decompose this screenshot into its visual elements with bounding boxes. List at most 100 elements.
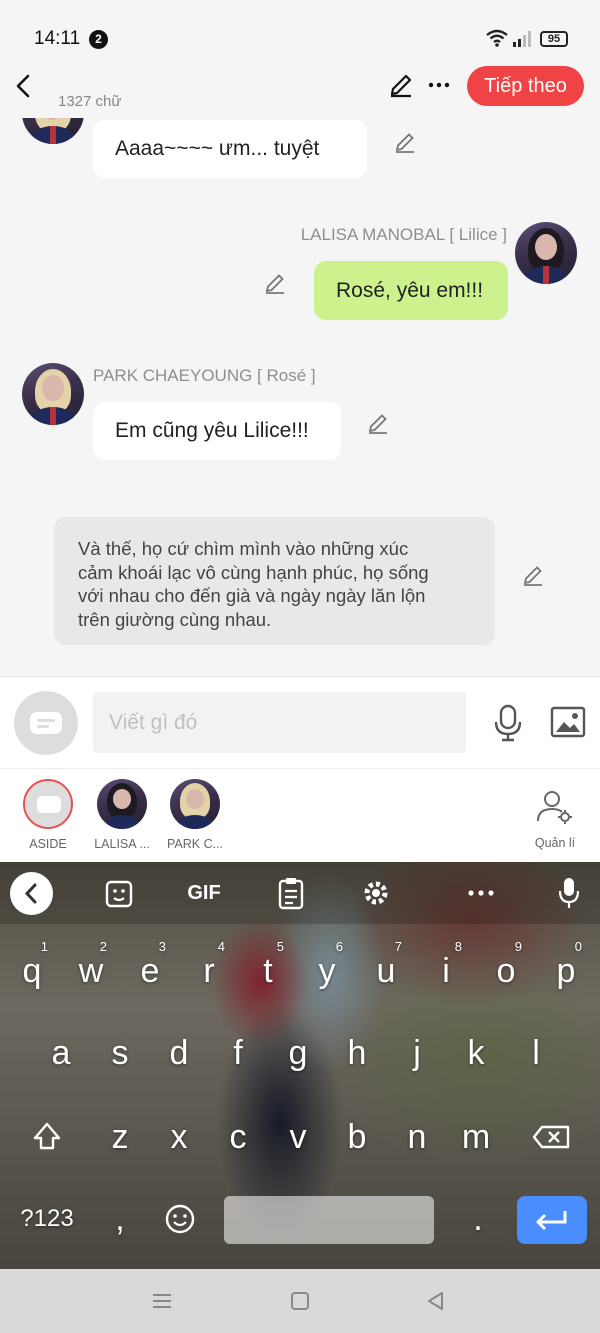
enter-icon xyxy=(536,1211,567,1231)
key-m[interactable]: m xyxy=(448,1102,504,1172)
message-bubble[interactable]: Aaaa~~~~ ưm... tuyệt xyxy=(93,120,367,178)
image-icon[interactable] xyxy=(550,705,586,739)
edit-message-icon[interactable] xyxy=(263,271,287,295)
microphone-icon[interactable] xyxy=(554,876,584,910)
character-lalisa[interactable]: LALISA ... xyxy=(87,779,157,851)
key-y[interactable]: y6 xyxy=(299,936,355,1006)
key-i[interactable]: i8 xyxy=(418,936,474,1006)
key-d[interactable]: d xyxy=(151,1018,207,1088)
avatar[interactable] xyxy=(22,118,84,144)
key-s[interactable]: s xyxy=(92,1018,148,1088)
wifi-icon xyxy=(486,29,508,47)
key-u[interactable]: u7 xyxy=(358,936,414,1006)
character-label: ASIDE xyxy=(29,837,67,851)
pencil-icon[interactable] xyxy=(388,72,414,98)
key-j[interactable]: j xyxy=(389,1018,445,1088)
aside-toggle-button[interactable] xyxy=(14,691,78,755)
avatar xyxy=(97,779,147,829)
home-icon[interactable] xyxy=(288,1289,312,1313)
settings-icon[interactable] xyxy=(361,876,391,910)
key-w[interactable]: w2 xyxy=(63,936,119,1006)
key-t[interactable]: t5 xyxy=(240,936,296,1006)
aside-line: Và thế, họ cứ chìm mình vào những xúc xyxy=(78,538,409,559)
message-text: Em cũng yêu Lilice!!! xyxy=(115,419,309,442)
avatar[interactable] xyxy=(515,222,577,284)
key-z[interactable]: z xyxy=(92,1102,148,1172)
message-bubble[interactable]: Em cũng yêu Lilice!!! xyxy=(93,402,341,460)
key-f[interactable]: f xyxy=(210,1018,266,1088)
shift-key[interactable] xyxy=(19,1102,75,1172)
back-icon[interactable] xyxy=(424,1289,448,1313)
manage-label: Quản lí xyxy=(534,836,576,850)
notification-badge: 2 xyxy=(89,30,108,49)
edit-message-icon[interactable] xyxy=(366,411,390,435)
edit-message-icon[interactable] xyxy=(521,563,545,587)
backspace-key[interactable] xyxy=(524,1102,580,1172)
message-bubble[interactable]: Rosé, yêu em!!! xyxy=(314,261,508,320)
edit-message-icon[interactable] xyxy=(393,130,417,154)
aside-line: với nhau cho đến già và ngày ngày lăn lộ… xyxy=(78,585,426,606)
system-nav-bar xyxy=(0,1269,600,1333)
message-text: Aaaa~~~~ ưm... tuyệt xyxy=(115,137,320,160)
microphone-icon[interactable] xyxy=(492,703,524,743)
status-time: 14:11 xyxy=(34,28,81,49)
message-icon xyxy=(37,796,61,813)
keyboard: GIF q1 w2 e3 r4 t5 y6 u7 i8 o9 p0 a s d … xyxy=(0,862,600,1269)
message-icon xyxy=(30,712,62,734)
key-q[interactable]: q1 xyxy=(4,936,60,1006)
signal-icon xyxy=(513,31,531,47)
key-h[interactable]: h xyxy=(329,1018,385,1088)
menu-icon[interactable] xyxy=(150,1289,174,1313)
aside-line: cảm khoái lạc vô cùng hạnh phúc, họ sống xyxy=(78,561,429,583)
key-e[interactable]: e3 xyxy=(122,936,178,1006)
more-icon[interactable] xyxy=(427,70,451,100)
character-park[interactable]: PARK C... xyxy=(160,779,230,851)
key-k[interactable]: k xyxy=(448,1018,504,1088)
avatar xyxy=(170,779,220,829)
word-count: 1327 chữ xyxy=(58,93,122,110)
more-icon[interactable] xyxy=(466,876,496,910)
enter-key[interactable] xyxy=(517,1196,587,1244)
key-g[interactable]: g xyxy=(270,1018,326,1088)
message-text: Rosé, yêu em!!! xyxy=(336,279,484,302)
key-c[interactable]: c xyxy=(210,1102,266,1172)
character-label: LALISA ... xyxy=(94,837,150,851)
key-b[interactable]: b xyxy=(329,1102,385,1172)
avatar[interactable] xyxy=(22,363,84,425)
author-name: LALISA MANOBAL [ Lilice ] xyxy=(300,225,507,244)
key-l[interactable]: l xyxy=(508,1018,564,1088)
key-p[interactable]: p0 xyxy=(538,936,594,1006)
gif-button[interactable]: GIF xyxy=(184,876,224,910)
comma-key[interactable]: , xyxy=(92,1184,148,1254)
space-key[interactable] xyxy=(224,1196,434,1244)
key-v[interactable]: v xyxy=(270,1102,326,1172)
aside-message[interactable]: Và thế, họ cứ chìm mình vào những xúc cả… xyxy=(54,517,495,645)
emoji-key[interactable] xyxy=(152,1184,208,1254)
message-input[interactable] xyxy=(93,692,466,753)
back-icon[interactable] xyxy=(12,72,36,100)
keyboard-back-button[interactable] xyxy=(10,872,53,915)
next-button[interactable]: Tiếp theo xyxy=(467,66,584,106)
user-settings-icon xyxy=(537,791,572,824)
key-r[interactable]: r4 xyxy=(181,936,237,1006)
character-aside[interactable]: ASIDE xyxy=(13,779,83,851)
key-x[interactable]: x xyxy=(151,1102,207,1172)
manage-characters-button[interactable]: Quản lí xyxy=(528,789,582,850)
battery-icon: 95 xyxy=(540,31,568,47)
character-label: PARK C... xyxy=(166,837,224,851)
key-o[interactable]: o9 xyxy=(478,936,534,1006)
chat-area[interactable]: Aaaa~~~~ ưm... tuyệt LALISA MANOBAL [ Li… xyxy=(0,118,600,676)
editor-header: 1327 chữ Tiếp theo xyxy=(0,60,600,120)
sticker-icon[interactable] xyxy=(104,876,134,910)
clipboard-icon[interactable] xyxy=(276,876,306,910)
character-bar: ASIDE LALISA ... PARK C... Quản lí xyxy=(0,768,600,862)
period-key[interactable]: . xyxy=(450,1184,506,1254)
key-a[interactable]: a xyxy=(33,1018,89,1088)
key-n[interactable]: n xyxy=(389,1102,445,1172)
aside-line: trên giường cùng nhau. xyxy=(78,608,272,630)
author-name: PARK CHAEYOUNG [ Rosé ] xyxy=(93,366,316,385)
message-input-bar xyxy=(0,676,600,768)
chevron-left-icon xyxy=(24,883,37,904)
symbols-key[interactable]: ?123 xyxy=(12,1184,82,1254)
keyboard-toolbar: GIF xyxy=(0,862,600,924)
